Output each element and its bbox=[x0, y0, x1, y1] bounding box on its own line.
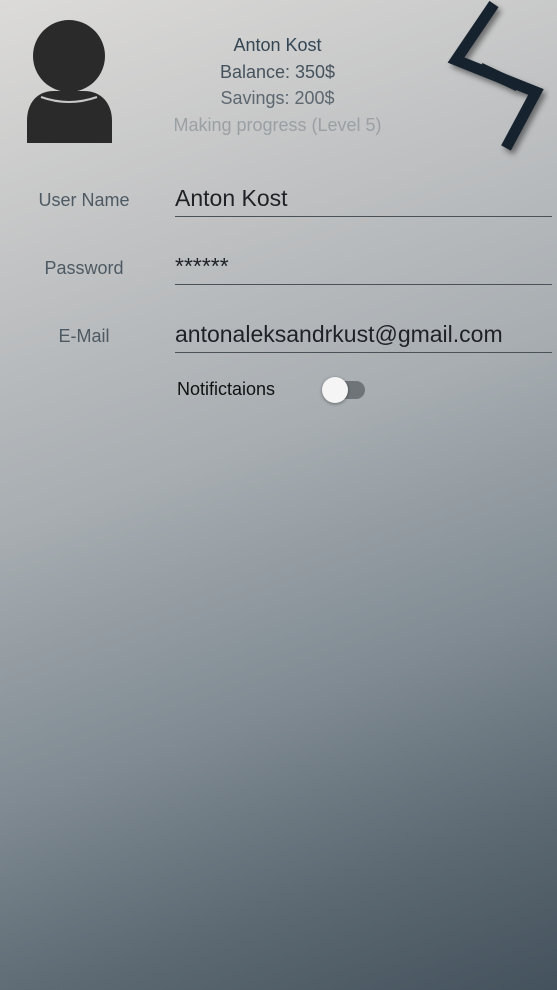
username-field[interactable]: Anton Kost bbox=[175, 185, 552, 217]
profile-progress: Making progress (Level 5) bbox=[173, 114, 382, 135]
notifications-toggle[interactable] bbox=[322, 377, 366, 403]
password-field[interactable]: ****** bbox=[175, 253, 552, 285]
profile-summary: Anton Kost Balance: 350$ Savings: 200$ M… bbox=[140, 32, 415, 138]
profile-savings: Savings: 200$ bbox=[220, 88, 335, 108]
profile-balance: Balance: 350$ bbox=[219, 61, 336, 82]
profile-name: Anton Kost bbox=[233, 35, 322, 55]
email-field[interactable]: antonaleksandrkust@gmail.com bbox=[175, 321, 552, 353]
username-label: User Name bbox=[38, 190, 130, 210]
toggle-knob bbox=[322, 377, 348, 403]
email-label: E-Mail bbox=[58, 326, 110, 346]
password-label: Password bbox=[44, 258, 124, 278]
profile-avatar-icon bbox=[24, 20, 114, 145]
app-logo-icon bbox=[440, 0, 550, 160]
notifications-label: Notifictaions bbox=[177, 379, 276, 399]
